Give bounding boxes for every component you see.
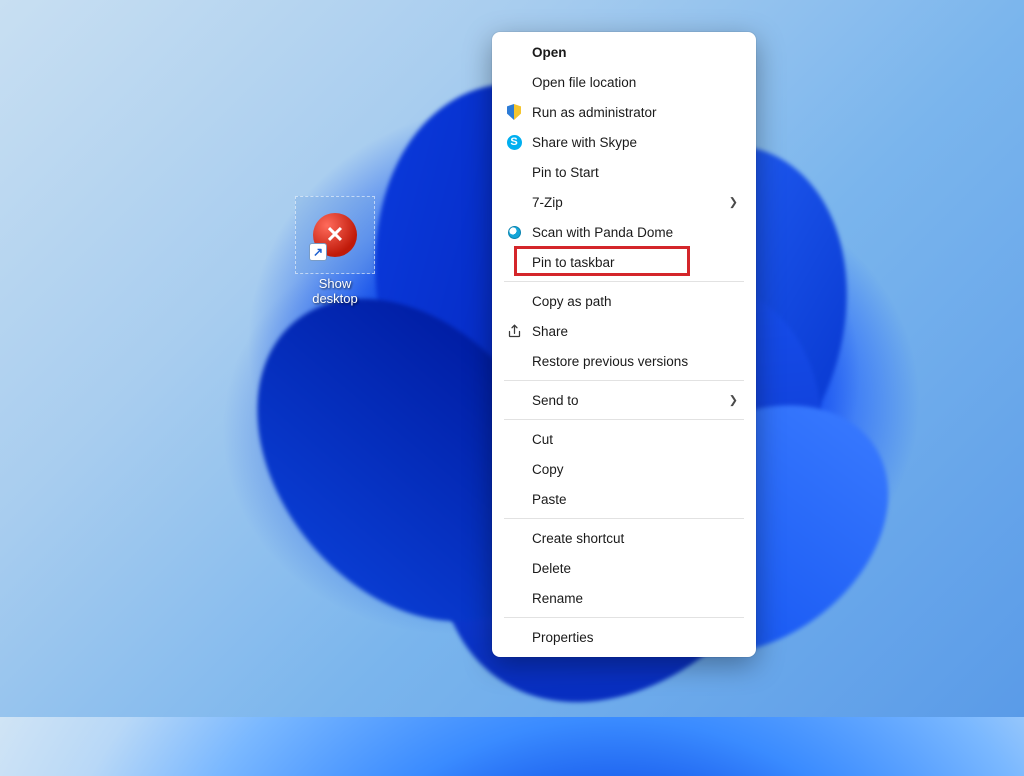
desktop-shortcut-show-desktop[interactable]: ↗ Show desktop bbox=[295, 196, 375, 306]
menu-item-rename[interactable]: Rename bbox=[496, 583, 752, 613]
shortcut-arrow-overlay-icon: ↗ bbox=[309, 243, 327, 261]
menu-item-send-to[interactable]: Send to ❯ bbox=[496, 385, 752, 415]
menu-separator bbox=[504, 518, 744, 519]
menu-item-open-file-location[interactable]: Open file location bbox=[496, 67, 752, 97]
menu-item-delete[interactable]: Delete bbox=[496, 553, 752, 583]
menu-item-scan-panda-dome[interactable]: Scan with Panda Dome bbox=[496, 217, 752, 247]
menu-item-share[interactable]: Share bbox=[496, 316, 752, 346]
show-desktop-icon: ↗ bbox=[313, 213, 357, 257]
skype-icon: S bbox=[506, 134, 522, 150]
panda-dome-icon bbox=[506, 224, 522, 240]
desktop-shortcut-label: Show desktop bbox=[295, 276, 375, 306]
chevron-right-icon: ❯ bbox=[729, 394, 738, 407]
chevron-right-icon: ❯ bbox=[729, 196, 738, 209]
menu-separator bbox=[504, 419, 744, 420]
menu-item-share-with-skype[interactable]: S Share with Skype bbox=[496, 127, 752, 157]
menu-item-cut[interactable]: Cut bbox=[496, 424, 752, 454]
menu-item-copy[interactable]: Copy bbox=[496, 454, 752, 484]
share-icon bbox=[506, 323, 522, 339]
menu-item-pin-to-taskbar[interactable]: Pin to taskbar bbox=[496, 247, 752, 277]
menu-item-create-shortcut[interactable]: Create shortcut bbox=[496, 523, 752, 553]
desktop-shortcut-selection: ↗ bbox=[295, 196, 375, 274]
menu-separator bbox=[504, 380, 744, 381]
menu-item-open[interactable]: Open bbox=[496, 37, 752, 67]
menu-item-paste[interactable]: Paste bbox=[496, 484, 752, 514]
context-menu: Open Open file location Run as administr… bbox=[492, 32, 756, 657]
menu-item-properties[interactable]: Properties bbox=[496, 622, 752, 652]
menu-separator bbox=[504, 617, 744, 618]
shield-icon bbox=[506, 104, 522, 120]
menu-item-run-as-administrator[interactable]: Run as administrator bbox=[496, 97, 752, 127]
menu-item-restore-previous-versions[interactable]: Restore previous versions bbox=[496, 346, 752, 376]
menu-item-copy-as-path[interactable]: Copy as path bbox=[496, 286, 752, 316]
menu-item-pin-to-start[interactable]: Pin to Start bbox=[496, 157, 752, 187]
menu-separator bbox=[504, 281, 744, 282]
menu-item-7zip[interactable]: 7-Zip ❯ bbox=[496, 187, 752, 217]
